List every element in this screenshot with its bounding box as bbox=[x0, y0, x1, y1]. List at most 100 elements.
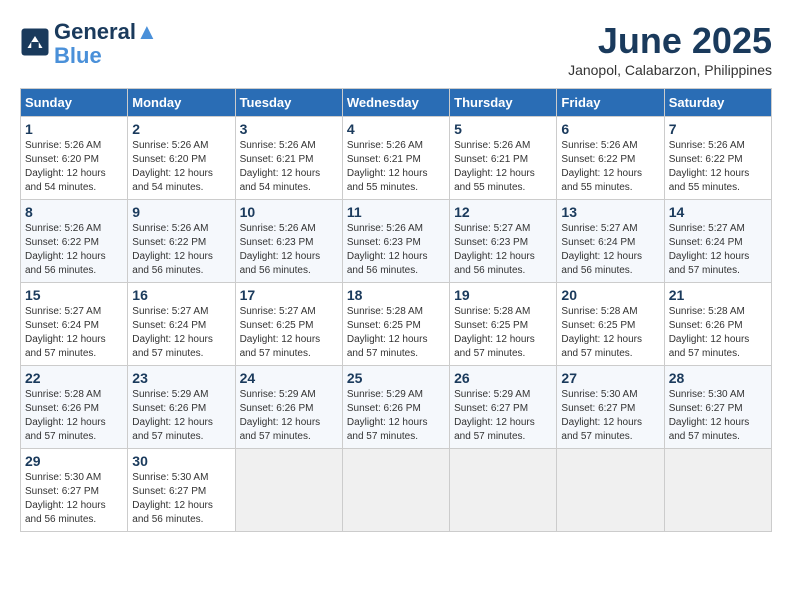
day-number: 18 bbox=[347, 287, 445, 303]
day-info: Sunrise: 5:27 AMSunset: 6:24 PMDaylight:… bbox=[132, 305, 230, 361]
table-row: 30 Sunrise: 5:30 AMSunset: 6:27 PMDaylig… bbox=[128, 449, 235, 532]
day-number: 30 bbox=[132, 453, 230, 469]
day-info: Sunrise: 5:26 AMSunset: 6:23 PMDaylight:… bbox=[347, 222, 445, 278]
table-row: 24 Sunrise: 5:29 AMSunset: 6:26 PMDaylig… bbox=[235, 366, 342, 449]
day-info: Sunrise: 5:29 AMSunset: 6:26 PMDaylight:… bbox=[132, 388, 230, 444]
logo: General▲ Blue bbox=[20, 20, 158, 68]
table-row: 14 Sunrise: 5:27 AMSunset: 6:24 PMDaylig… bbox=[664, 200, 771, 283]
table-row: 21 Sunrise: 5:28 AMSunset: 6:26 PMDaylig… bbox=[664, 283, 771, 366]
table-row: 5 Sunrise: 5:26 AMSunset: 6:21 PMDayligh… bbox=[450, 117, 557, 200]
day-info: Sunrise: 5:26 AMSunset: 6:21 PMDaylight:… bbox=[240, 139, 338, 195]
table-row: 9 Sunrise: 5:26 AMSunset: 6:22 PMDayligh… bbox=[128, 200, 235, 283]
day-info: Sunrise: 5:28 AMSunset: 6:26 PMDaylight:… bbox=[669, 305, 767, 361]
day-number: 2 bbox=[132, 121, 230, 137]
table-row: 13 Sunrise: 5:27 AMSunset: 6:24 PMDaylig… bbox=[557, 200, 664, 283]
day-info: Sunrise: 5:30 AMSunset: 6:27 PMDaylight:… bbox=[25, 471, 123, 527]
table-row bbox=[557, 449, 664, 532]
day-number: 27 bbox=[561, 370, 659, 386]
day-info: Sunrise: 5:28 AMSunset: 6:25 PMDaylight:… bbox=[561, 305, 659, 361]
day-number: 21 bbox=[669, 287, 767, 303]
table-row: 16 Sunrise: 5:27 AMSunset: 6:24 PMDaylig… bbox=[128, 283, 235, 366]
day-info: Sunrise: 5:26 AMSunset: 6:21 PMDaylight:… bbox=[347, 139, 445, 195]
table-row: 29 Sunrise: 5:30 AMSunset: 6:27 PMDaylig… bbox=[21, 449, 128, 532]
table-row bbox=[450, 449, 557, 532]
day-number: 10 bbox=[240, 204, 338, 220]
day-info: Sunrise: 5:29 AMSunset: 6:26 PMDaylight:… bbox=[347, 388, 445, 444]
day-info: Sunrise: 5:27 AMSunset: 6:23 PMDaylight:… bbox=[454, 222, 552, 278]
day-number: 1 bbox=[25, 121, 123, 137]
day-info: Sunrise: 5:26 AMSunset: 6:21 PMDaylight:… bbox=[454, 139, 552, 195]
day-number: 9 bbox=[132, 204, 230, 220]
calendar-week-4: 22 Sunrise: 5:28 AMSunset: 6:26 PMDaylig… bbox=[21, 366, 772, 449]
table-row: 27 Sunrise: 5:30 AMSunset: 6:27 PMDaylig… bbox=[557, 366, 664, 449]
day-info: Sunrise: 5:26 AMSunset: 6:22 PMDaylight:… bbox=[561, 139, 659, 195]
day-number: 13 bbox=[561, 204, 659, 220]
day-info: Sunrise: 5:30 AMSunset: 6:27 PMDaylight:… bbox=[561, 388, 659, 444]
page-header: General▲ Blue June 2025 Janopol, Calabar… bbox=[20, 20, 772, 78]
table-row: 3 Sunrise: 5:26 AMSunset: 6:21 PMDayligh… bbox=[235, 117, 342, 200]
day-number: 3 bbox=[240, 121, 338, 137]
day-info: Sunrise: 5:30 AMSunset: 6:27 PMDaylight:… bbox=[132, 471, 230, 527]
day-number: 20 bbox=[561, 287, 659, 303]
day-info: Sunrise: 5:27 AMSunset: 6:24 PMDaylight:… bbox=[25, 305, 123, 361]
table-row: 26 Sunrise: 5:29 AMSunset: 6:27 PMDaylig… bbox=[450, 366, 557, 449]
table-row: 28 Sunrise: 5:30 AMSunset: 6:27 PMDaylig… bbox=[664, 366, 771, 449]
table-row bbox=[342, 449, 449, 532]
day-number: 4 bbox=[347, 121, 445, 137]
day-info: Sunrise: 5:26 AMSunset: 6:22 PMDaylight:… bbox=[669, 139, 767, 195]
header-thursday: Thursday bbox=[450, 89, 557, 117]
day-info: Sunrise: 5:29 AMSunset: 6:26 PMDaylight:… bbox=[240, 388, 338, 444]
day-number: 11 bbox=[347, 204, 445, 220]
table-row: 8 Sunrise: 5:26 AMSunset: 6:22 PMDayligh… bbox=[21, 200, 128, 283]
logo-icon bbox=[20, 27, 50, 57]
calendar-week-1: 1 Sunrise: 5:26 AMSunset: 6:20 PMDayligh… bbox=[21, 117, 772, 200]
table-row: 10 Sunrise: 5:26 AMSunset: 6:23 PMDaylig… bbox=[235, 200, 342, 283]
day-info: Sunrise: 5:29 AMSunset: 6:27 PMDaylight:… bbox=[454, 388, 552, 444]
day-number: 29 bbox=[25, 453, 123, 469]
calendar-week-2: 8 Sunrise: 5:26 AMSunset: 6:22 PMDayligh… bbox=[21, 200, 772, 283]
table-row: 7 Sunrise: 5:26 AMSunset: 6:22 PMDayligh… bbox=[664, 117, 771, 200]
header-wednesday: Wednesday bbox=[342, 89, 449, 117]
table-row bbox=[235, 449, 342, 532]
month-title: June 2025 bbox=[568, 20, 772, 62]
day-info: Sunrise: 5:28 AMSunset: 6:25 PMDaylight:… bbox=[454, 305, 552, 361]
header-monday: Monday bbox=[128, 89, 235, 117]
day-number: 8 bbox=[25, 204, 123, 220]
day-number: 12 bbox=[454, 204, 552, 220]
day-number: 23 bbox=[132, 370, 230, 386]
day-info: Sunrise: 5:26 AMSunset: 6:20 PMDaylight:… bbox=[25, 139, 123, 195]
location: Janopol, Calabarzon, Philippines bbox=[568, 62, 772, 78]
day-info: Sunrise: 5:30 AMSunset: 6:27 PMDaylight:… bbox=[669, 388, 767, 444]
day-number: 24 bbox=[240, 370, 338, 386]
day-number: 26 bbox=[454, 370, 552, 386]
table-row: 6 Sunrise: 5:26 AMSunset: 6:22 PMDayligh… bbox=[557, 117, 664, 200]
table-row: 12 Sunrise: 5:27 AMSunset: 6:23 PMDaylig… bbox=[450, 200, 557, 283]
day-info: Sunrise: 5:28 AMSunset: 6:25 PMDaylight:… bbox=[347, 305, 445, 361]
table-row: 25 Sunrise: 5:29 AMSunset: 6:26 PMDaylig… bbox=[342, 366, 449, 449]
calendar-week-3: 15 Sunrise: 5:27 AMSunset: 6:24 PMDaylig… bbox=[21, 283, 772, 366]
day-info: Sunrise: 5:27 AMSunset: 6:24 PMDaylight:… bbox=[561, 222, 659, 278]
day-number: 5 bbox=[454, 121, 552, 137]
table-row: 22 Sunrise: 5:28 AMSunset: 6:26 PMDaylig… bbox=[21, 366, 128, 449]
header-saturday: Saturday bbox=[664, 89, 771, 117]
header-friday: Friday bbox=[557, 89, 664, 117]
table-row: 20 Sunrise: 5:28 AMSunset: 6:25 PMDaylig… bbox=[557, 283, 664, 366]
day-info: Sunrise: 5:26 AMSunset: 6:22 PMDaylight:… bbox=[25, 222, 123, 278]
table-row: 2 Sunrise: 5:26 AMSunset: 6:20 PMDayligh… bbox=[128, 117, 235, 200]
day-number: 25 bbox=[347, 370, 445, 386]
table-row: 1 Sunrise: 5:26 AMSunset: 6:20 PMDayligh… bbox=[21, 117, 128, 200]
day-info: Sunrise: 5:26 AMSunset: 6:22 PMDaylight:… bbox=[132, 222, 230, 278]
header-tuesday: Tuesday bbox=[235, 89, 342, 117]
day-number: 7 bbox=[669, 121, 767, 137]
day-info: Sunrise: 5:26 AMSunset: 6:20 PMDaylight:… bbox=[132, 139, 230, 195]
day-number: 28 bbox=[669, 370, 767, 386]
table-row: 11 Sunrise: 5:26 AMSunset: 6:23 PMDaylig… bbox=[342, 200, 449, 283]
day-info: Sunrise: 5:27 AMSunset: 6:24 PMDaylight:… bbox=[669, 222, 767, 278]
table-row: 17 Sunrise: 5:27 AMSunset: 6:25 PMDaylig… bbox=[235, 283, 342, 366]
header-sunday: Sunday bbox=[21, 89, 128, 117]
table-row: 4 Sunrise: 5:26 AMSunset: 6:21 PMDayligh… bbox=[342, 117, 449, 200]
table-row bbox=[664, 449, 771, 532]
day-info: Sunrise: 5:28 AMSunset: 6:26 PMDaylight:… bbox=[25, 388, 123, 444]
day-number: 19 bbox=[454, 287, 552, 303]
calendar-header-row: Sunday Monday Tuesday Wednesday Thursday… bbox=[21, 89, 772, 117]
